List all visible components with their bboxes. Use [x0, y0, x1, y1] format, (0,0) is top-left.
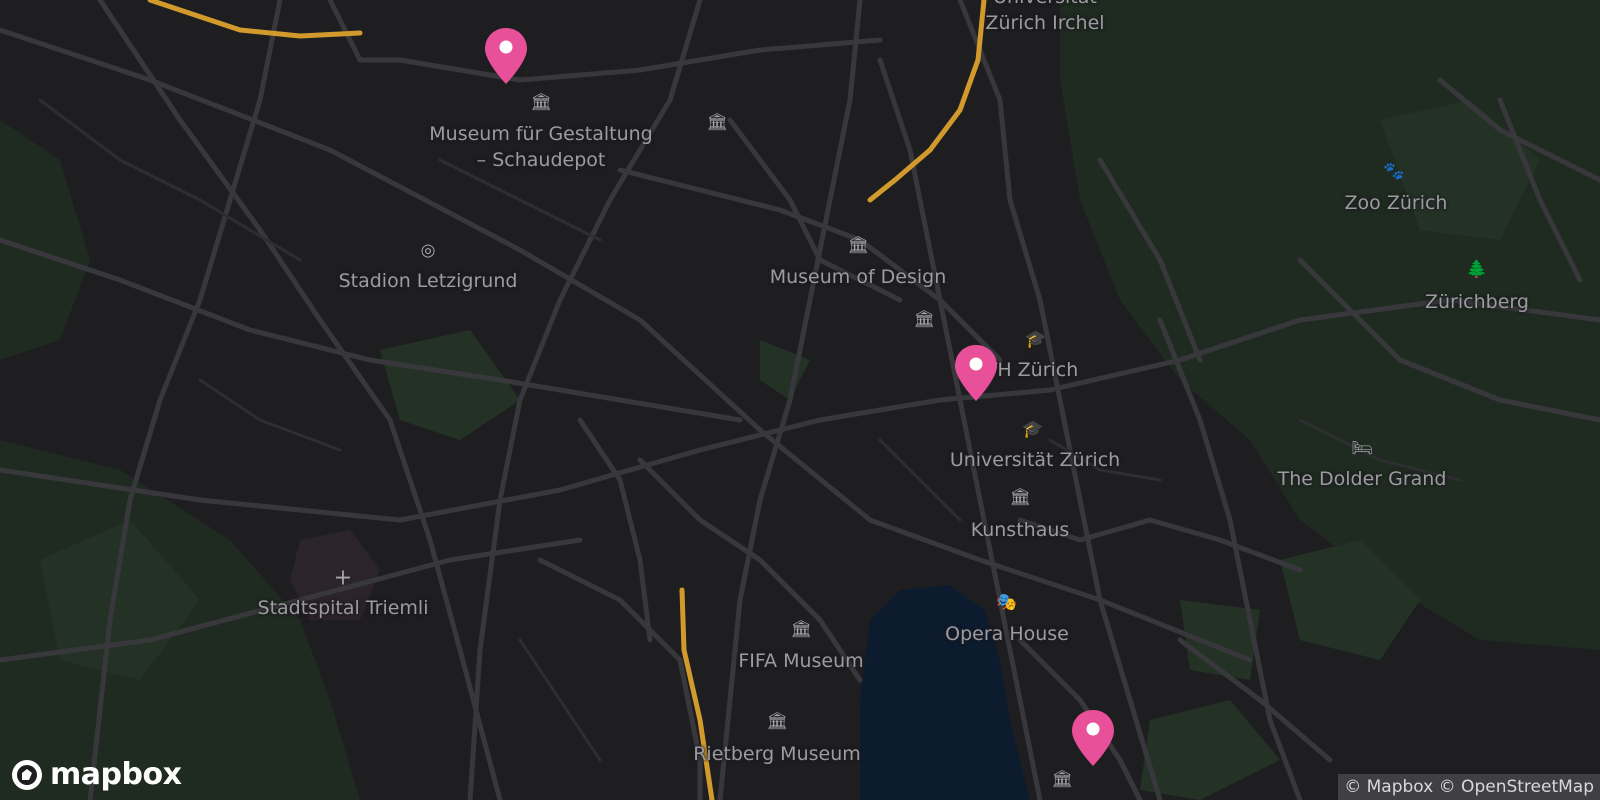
- label-museum-design[interactable]: Museum of Design: [770, 264, 947, 290]
- label-stadtspital-triemli[interactable]: Stadtspital Triemli: [258, 595, 429, 621]
- museum-icon: 🏛: [790, 619, 812, 640]
- theatre-icon: 🎭: [996, 592, 1018, 613]
- mapbox-logo[interactable]: mapbox: [10, 757, 182, 792]
- label-dolder-grand[interactable]: The Dolder Grand: [1278, 466, 1447, 492]
- hotel-icon: 🛏: [1351, 438, 1373, 459]
- attribution-osm-link[interactable]: © OpenStreetMap: [1439, 777, 1594, 797]
- museum-icon: 🏛: [847, 235, 869, 256]
- park-icon: 🌲: [1466, 259, 1488, 280]
- label-stadion-letzigrund[interactable]: Stadion Letzigrund: [339, 268, 518, 294]
- zoo-icon: 🐾: [1383, 161, 1405, 182]
- university-icon: 🎓: [1022, 419, 1044, 440]
- museum-icon: 🏛: [1009, 487, 1031, 508]
- museum-icon: 🏛: [706, 112, 728, 133]
- attribution-mapbox-link[interactable]: © Mapbox: [1344, 777, 1433, 797]
- label-opera-house[interactable]: Opera House: [945, 621, 1069, 647]
- hospital-icon: +: [333, 565, 353, 591]
- map-marker-northwest[interactable]: [483, 26, 529, 86]
- map-canvas[interactable]: 🏛 🏛 ◎ 🏛 🏛 🎓 🎓 🏛 🎭 🏛 🏛 🏛 + 🐾 🌲 🛏 Universi…: [0, 0, 1600, 800]
- label-kunsthaus[interactable]: Kunsthaus: [971, 517, 1070, 543]
- map-basemap: [0, 0, 1600, 800]
- museum-icon: 🏛: [766, 711, 788, 732]
- mapbox-logo-text: mapbox: [50, 757, 182, 792]
- map-marker-southeast[interactable]: [1070, 708, 1116, 768]
- label-zurichberg[interactable]: Zürichberg: [1425, 289, 1529, 315]
- label-uni-irchel[interactable]: Universität Zürich Irchel: [985, 0, 1104, 36]
- attribution-bar: © Mapbox © OpenStreetMap: [1338, 774, 1600, 800]
- label-zoo-zurich[interactable]: Zoo Zürich: [1345, 190, 1448, 216]
- mapbox-logo-icon: [12, 759, 42, 790]
- museum-icon: 🏛: [530, 92, 552, 113]
- label-museum-gestaltung[interactable]: Museum für Gestaltung – Schaudepot: [429, 121, 652, 173]
- stadium-icon: ◎: [420, 240, 436, 261]
- label-fifa-museum[interactable]: FIFA Museum: [738, 648, 863, 674]
- label-rietberg-museum[interactable]: Rietberg Museum: [693, 741, 861, 767]
- museum-icon: 🏛: [1051, 769, 1073, 790]
- label-universitaet-zurich[interactable]: Universität Zürich: [950, 447, 1120, 473]
- museum-icon: 🏛: [913, 309, 935, 330]
- university-icon: 🎓: [1025, 329, 1047, 350]
- map-marker-center[interactable]: [953, 343, 999, 403]
